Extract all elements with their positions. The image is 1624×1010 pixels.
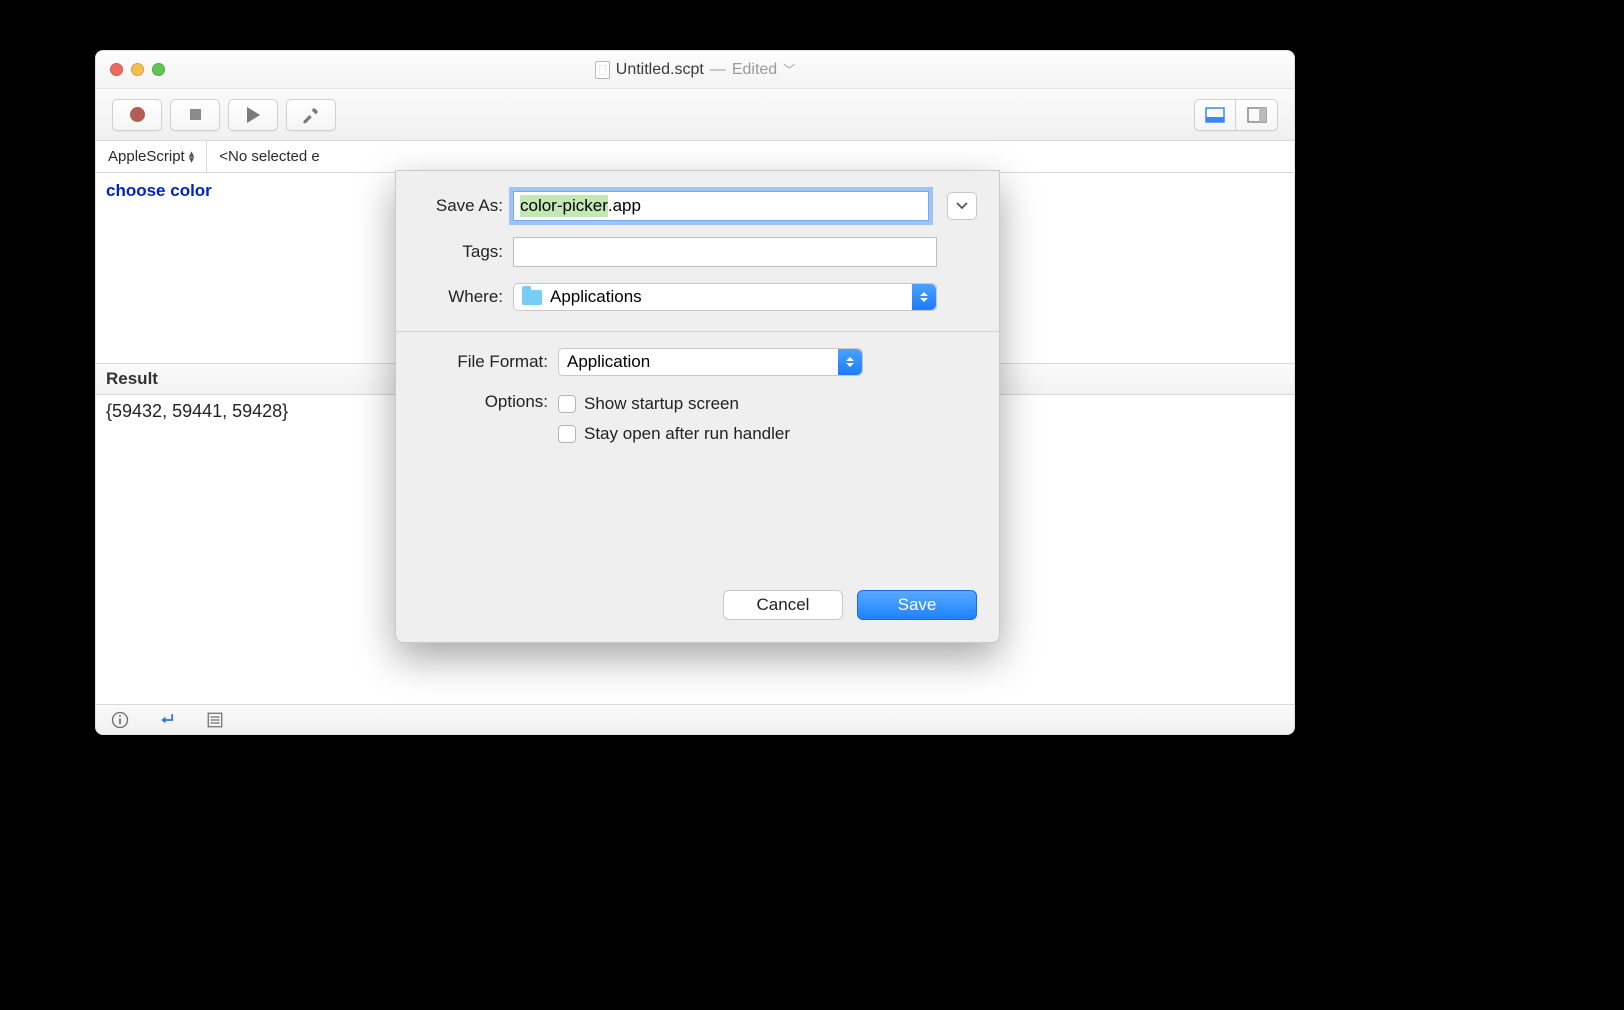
cancel-label: Cancel [757, 595, 810, 615]
file-format-label: File Format: [418, 352, 558, 372]
popup-arrows-icon [912, 284, 936, 310]
toolbar [96, 89, 1294, 141]
filename-selected: color-picker [520, 195, 608, 217]
language-selector[interactable]: AppleScript ▴▾ [96, 141, 207, 172]
where-value: Applications [550, 287, 642, 307]
folder-icon [522, 290, 542, 305]
save-sheet: Save As: color-picker.app Tags: Where: [395, 170, 1000, 643]
compile-button[interactable] [286, 99, 336, 131]
result-header-label: Result [106, 369, 158, 389]
expand-save-button[interactable] [947, 192, 977, 220]
document-icon [595, 61, 610, 79]
pane-right-icon [1247, 107, 1267, 123]
title-edited-status: Edited [732, 61, 777, 79]
titlebar[interactable]: Untitled.scpt — Edited ﹀ [96, 51, 1294, 89]
return-icon [158, 710, 178, 730]
minimize-button[interactable] [131, 63, 144, 76]
file-format-popup[interactable]: Application [558, 348, 863, 376]
result-tab[interactable] [158, 710, 178, 730]
tags-input[interactable] [513, 237, 937, 267]
checkbox-startup[interactable] [558, 395, 576, 413]
filename-extension: .app [608, 196, 641, 216]
option-stay-open[interactable]: Stay open after run handler [558, 424, 790, 444]
chevron-down-icon [956, 202, 968, 210]
play-icon [247, 107, 260, 123]
log-tab[interactable] [206, 711, 224, 729]
option-startup-label: Show startup screen [584, 394, 739, 414]
cancel-button[interactable]: Cancel [723, 590, 843, 620]
file-format-value: Application [567, 352, 650, 372]
view-editor-button[interactable] [1194, 99, 1236, 131]
record-button[interactable] [112, 99, 162, 131]
checkbox-stay-open[interactable] [558, 425, 576, 443]
hammer-icon [302, 106, 320, 124]
tags-label: Tags: [418, 242, 513, 262]
title-chevron-icon[interactable]: ﹀ [783, 61, 795, 78]
info-icon [110, 710, 130, 730]
record-icon [130, 107, 145, 122]
view-toggle [1194, 99, 1278, 131]
pane-bottom-icon [1205, 107, 1225, 123]
stop-icon [190, 109, 201, 120]
description-tab[interactable] [110, 710, 130, 730]
language-label: AppleScript [108, 148, 185, 165]
zoom-button[interactable] [152, 63, 165, 76]
window-controls [96, 63, 165, 76]
option-show-startup[interactable]: Show startup screen [558, 394, 790, 414]
where-popup[interactable]: Applications [513, 283, 937, 311]
close-button[interactable] [110, 63, 123, 76]
option-stay-open-label: Stay open after run handler [584, 424, 790, 444]
result-value: {59432, 59441, 59428} [106, 401, 288, 421]
bottom-bar [96, 704, 1294, 734]
code-keyword: choose color [106, 181, 212, 200]
save-button[interactable]: Save [857, 590, 977, 620]
view-sidebar-button[interactable] [1236, 99, 1278, 131]
save-as-label: Save As: [418, 196, 513, 216]
handler-selector[interactable]: <No selected e [207, 141, 331, 172]
title-filename: Untitled.scpt [616, 61, 704, 79]
list-icon [206, 711, 224, 729]
title-separator: — [710, 61, 726, 79]
stepper-icon: ▴▾ [189, 151, 195, 163]
save-label: Save [898, 595, 937, 615]
stop-button[interactable] [170, 99, 220, 131]
options-label: Options: [418, 392, 558, 412]
handler-label: <No selected e [219, 148, 319, 165]
window-title: Untitled.scpt — Edited ﹀ [96, 61, 1294, 79]
popup-arrows-icon [838, 349, 862, 375]
where-label: Where: [418, 287, 513, 307]
run-button[interactable] [228, 99, 278, 131]
navigation-bar: AppleScript ▴▾ <No selected e [96, 141, 1294, 173]
save-as-input[interactable]: color-picker.app [513, 191, 929, 221]
